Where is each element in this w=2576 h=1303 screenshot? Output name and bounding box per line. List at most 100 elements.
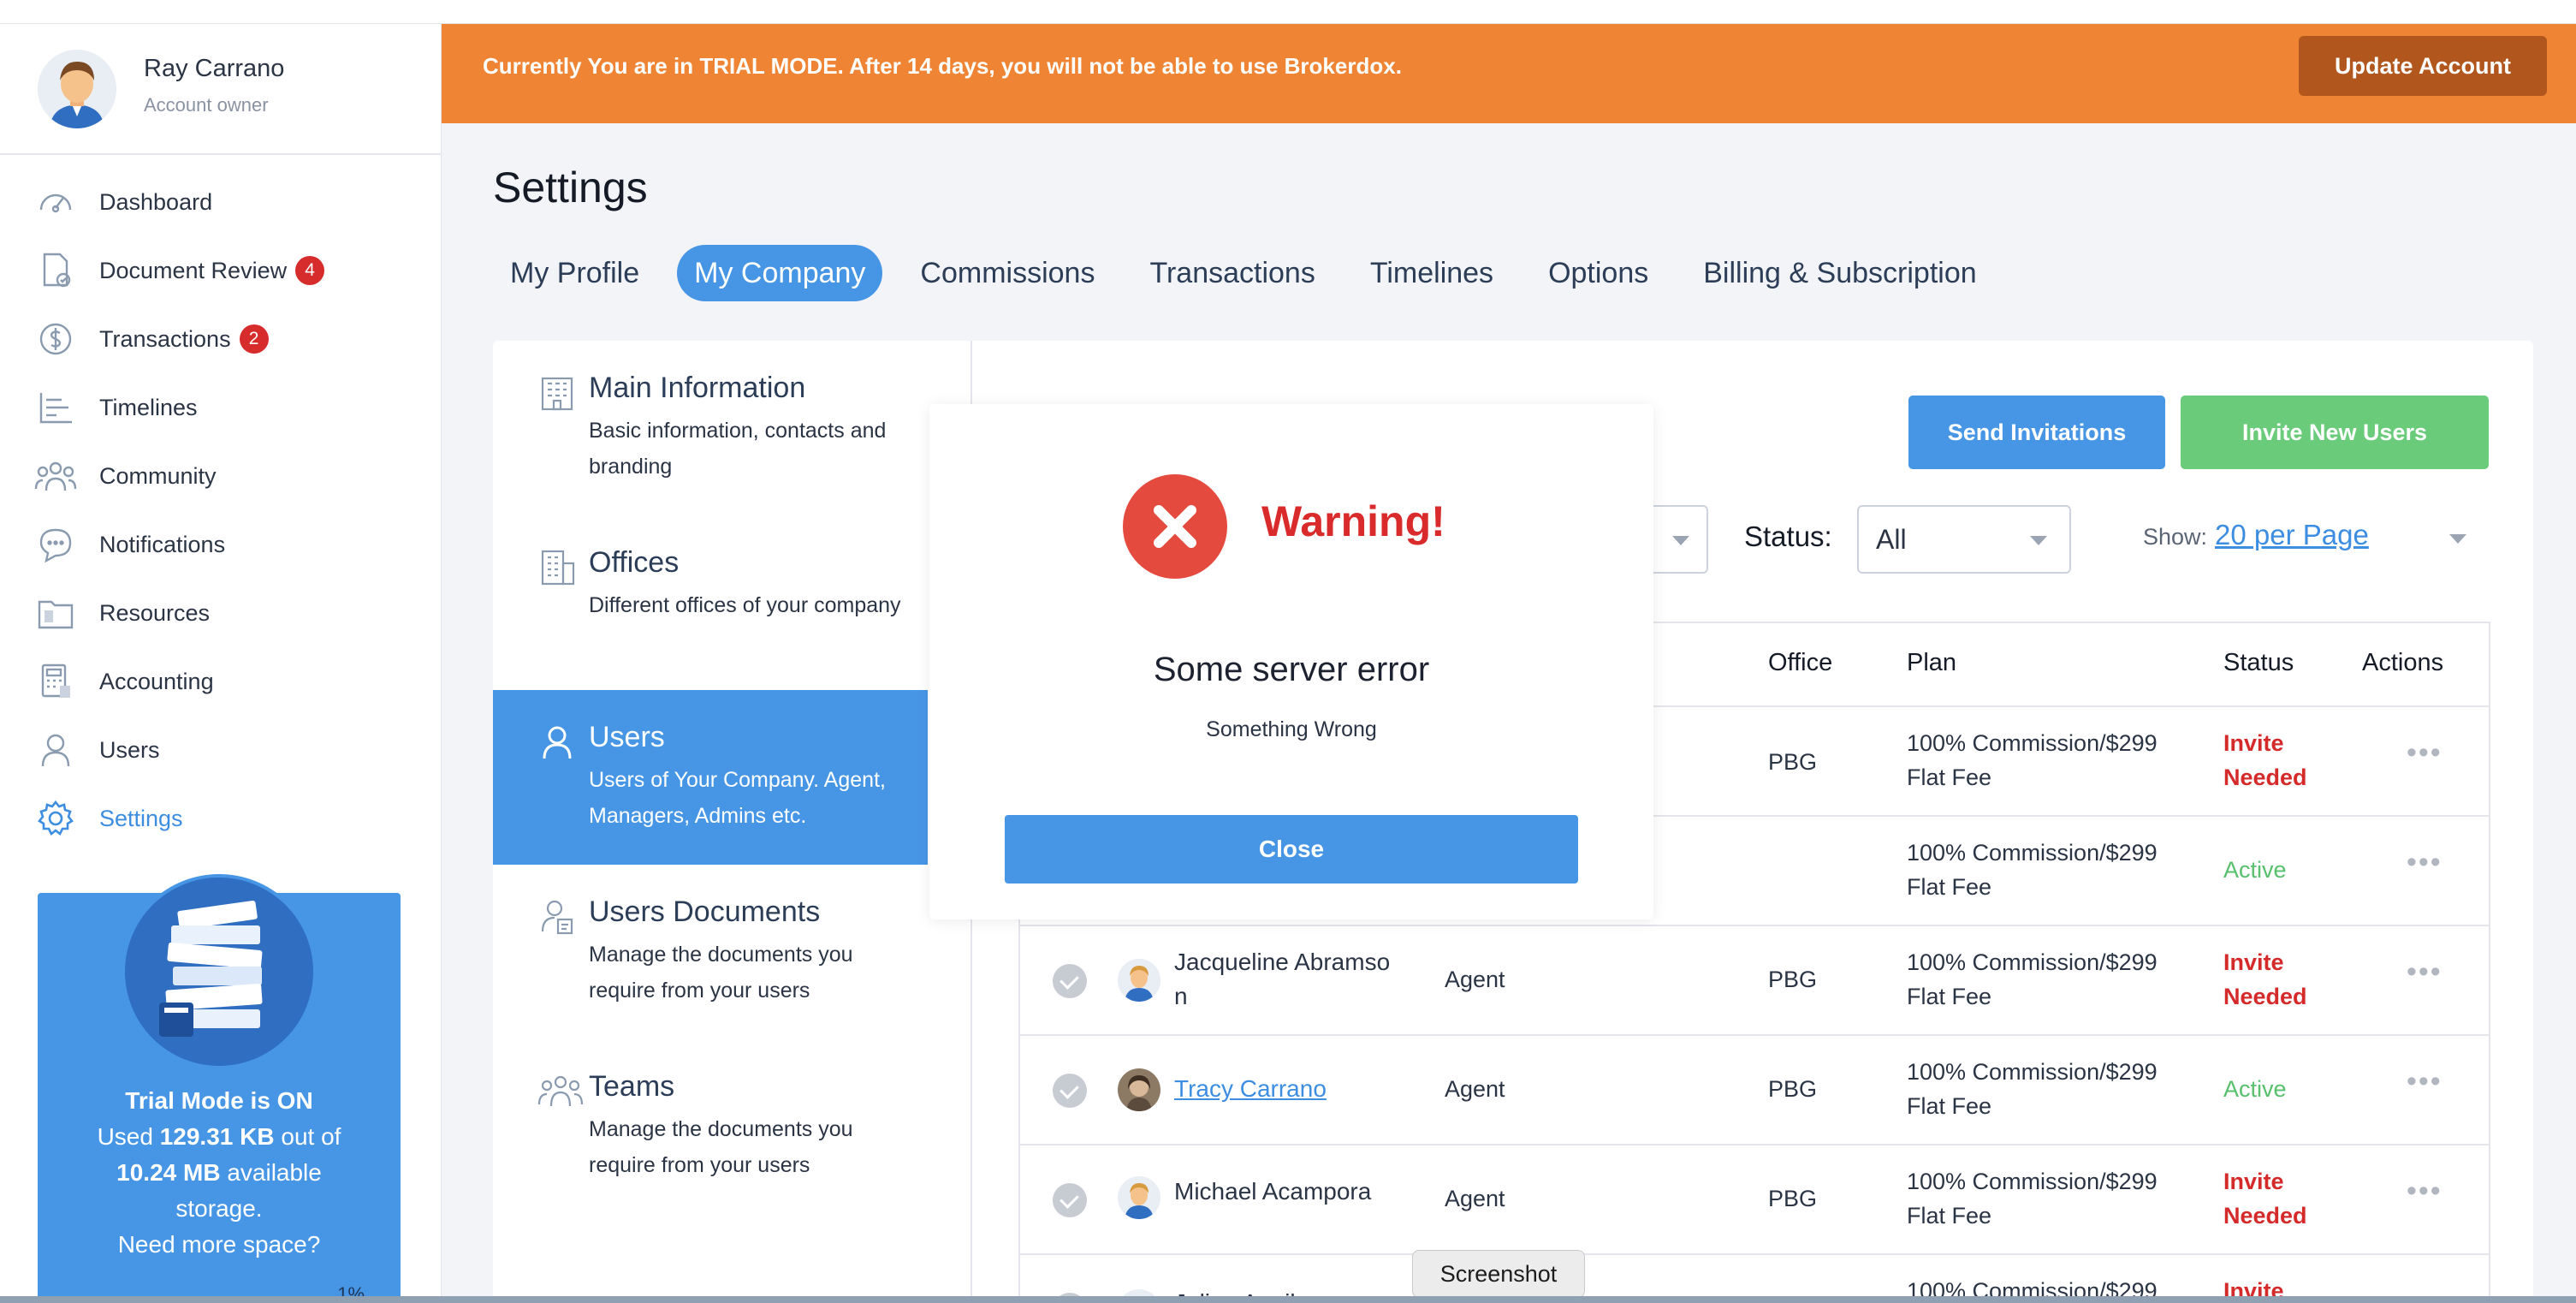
submenu-users-documents[interactable]: Users Documents Manage the documents you… xyxy=(493,865,928,1039)
trial-total-line: 10.24 MB available xyxy=(116,1159,322,1186)
dollar-icon xyxy=(34,318,77,360)
dialog-message: Some server error xyxy=(1153,651,1430,688)
browser-toolbar-strip xyxy=(0,0,2576,24)
sidebar-item-settings[interactable]: Settings xyxy=(34,793,428,844)
trial-more-space: Need more space? xyxy=(117,1231,321,1258)
sidebar-item-timelines[interactable]: Timelines xyxy=(34,382,428,433)
status-filter-label: Status: xyxy=(1744,521,1832,552)
row-checkbox[interactable] xyxy=(1053,1074,1087,1108)
sidebar-item-transactions[interactable]: Transactions 2 xyxy=(34,313,428,365)
user-role: Account owner xyxy=(144,94,269,116)
per-page-select[interactable]: 20 per Page xyxy=(2215,519,2369,551)
page-title: Settings xyxy=(493,164,648,211)
tab-my-profile[interactable]: My Profile xyxy=(493,245,656,301)
avatar xyxy=(38,50,116,128)
status-filter-select[interactable]: All xyxy=(1857,505,2071,574)
folder-icon xyxy=(34,592,77,634)
window-bottom-edge xyxy=(0,1296,2576,1303)
tab-commissions[interactable]: Commissions xyxy=(903,245,1112,301)
trial-banner-text: Currently You are in TRIAL MODE. After 1… xyxy=(483,53,1402,79)
table-row[interactable]: Tracy Carrano Agent PBG 100% Commission/… xyxy=(1020,1034,2489,1144)
tab-options[interactable]: Options xyxy=(1531,245,1665,301)
calculator-icon xyxy=(34,660,77,703)
trial-storage-text: Trial Mode is ON Used 129.31 KB out of 1… xyxy=(38,1083,401,1263)
user-profile[interactable]: Ray Carrano Account owner xyxy=(0,24,442,155)
row-checkbox[interactable] xyxy=(1053,1183,1087,1217)
user-name-cell: Michael Acampora xyxy=(1174,1178,1372,1205)
warning-dialog: Warning! Some server error Something Wro… xyxy=(929,404,1653,919)
tab-billing-subscription[interactable]: Billing & Subscription xyxy=(1686,245,1993,301)
office-icon xyxy=(537,548,580,591)
status-badge: Invite Needed xyxy=(2223,1169,2307,1229)
building-icon xyxy=(537,373,580,416)
status-filter-value: All xyxy=(1876,524,1907,555)
submenu-users[interactable]: Users Users of Your Company. Agent, Mana… xyxy=(493,690,928,865)
close-button[interactable]: Close xyxy=(1005,815,1578,884)
user-name-link[interactable]: Tracy Carrano xyxy=(1174,1072,1327,1106)
dashboard-icon xyxy=(34,181,77,223)
chevron-down-icon xyxy=(2030,536,2047,545)
sidebar-item-notifications[interactable]: Notifications xyxy=(34,519,428,570)
column-header-plan[interactable]: Plan xyxy=(1907,649,1956,677)
team-icon xyxy=(537,1072,584,1115)
status-badge: Invite Needed xyxy=(2223,730,2307,790)
dialog-title: Warning! xyxy=(1261,497,1445,545)
settings-tabs: My Profile My Company Commissions Transa… xyxy=(493,245,2015,301)
sidebar-item-users[interactable]: Users xyxy=(34,724,428,776)
trial-usage-line: Used 129.31 KB out of xyxy=(97,1123,341,1150)
gear-icon xyxy=(34,797,77,840)
sidebar-item-document-review[interactable]: Document Review 4 xyxy=(34,245,428,296)
table-row[interactable]: Jacqueline Abramso n Agent PBG 100% Commi… xyxy=(1020,925,2489,1034)
submenu-main-information[interactable]: Main Information Basic information, cont… xyxy=(493,341,928,515)
column-header-status[interactable]: Status xyxy=(2223,649,2294,677)
books-illustration xyxy=(122,874,317,1069)
user-name: Ray Carrano xyxy=(144,55,285,82)
row-actions-menu[interactable]: ••• xyxy=(2407,955,2442,989)
show-label: Show: xyxy=(2143,524,2208,550)
avatar xyxy=(1118,959,1160,1002)
user-icon xyxy=(34,729,77,771)
community-icon xyxy=(34,455,77,497)
user-icon xyxy=(537,723,580,765)
row-actions-menu[interactable]: ••• xyxy=(2407,846,2442,879)
trial-title: Trial Mode is ON xyxy=(125,1087,313,1114)
row-actions-menu[interactable]: ••• xyxy=(2407,1065,2442,1098)
status-badge: Active xyxy=(2223,857,2287,883)
sidebar: Ray Carrano Account owner Dashboard Docu… xyxy=(0,24,442,1303)
tab-timelines[interactable]: Timelines xyxy=(1353,245,1511,301)
document-review-badge: 4 xyxy=(295,256,325,285)
sidebar-item-community[interactable]: Community xyxy=(34,450,428,502)
status-badge: Invite Needed xyxy=(2223,949,2307,1009)
tab-transactions[interactable]: Transactions xyxy=(1132,245,1332,301)
row-actions-menu[interactable]: ••• xyxy=(2407,736,2442,770)
send-invitations-button[interactable]: Send Invitations xyxy=(1908,396,2165,469)
trial-storage-word: storage. xyxy=(175,1195,263,1222)
document-review-icon xyxy=(34,249,77,292)
column-header-office[interactable]: Office xyxy=(1768,649,1832,677)
user-document-icon xyxy=(537,897,580,940)
sidebar-item-accounting[interactable]: Accounting xyxy=(34,656,428,707)
sidebar-item-resources[interactable]: Resources xyxy=(34,587,428,639)
tab-my-company[interactable]: My Company xyxy=(677,245,883,301)
update-account-button[interactable]: Update Account xyxy=(2299,36,2547,96)
table-row[interactable]: Michael Acampora Agent PBG 100% Commissi… xyxy=(1020,1144,2489,1253)
row-checkbox[interactable] xyxy=(1053,964,1087,998)
transactions-badge: 2 xyxy=(239,324,269,354)
chevron-down-icon[interactable] xyxy=(2449,534,2466,544)
screenshot-tooltip: Screenshot xyxy=(1412,1250,1585,1303)
submenu-teams[interactable]: Teams Manage the documents you require f… xyxy=(493,1039,928,1214)
trial-banner: Currently You are in TRIAL MODE. After 1… xyxy=(442,24,2576,123)
row-actions-menu[interactable]: ••• xyxy=(2407,1175,2442,1208)
chat-bubble-icon xyxy=(34,523,77,566)
column-header-actions: Actions xyxy=(2362,649,2444,676)
status-badge: Active xyxy=(2223,1076,2287,1102)
submenu-offices[interactable]: Offices Different offices of your compan… xyxy=(493,515,928,690)
invite-new-users-button[interactable]: Invite New Users xyxy=(2181,396,2489,469)
chevron-down-icon xyxy=(1672,536,1689,545)
dialog-detail: Something Wrong xyxy=(1206,717,1377,741)
trial-storage-card[interactable]: Trial Mode is ON Used 129.31 KB out of 1… xyxy=(38,874,401,1303)
user-name-cell: Jacqueline Abramso n xyxy=(1174,949,1391,1009)
sidebar-item-dashboard[interactable]: Dashboard xyxy=(34,176,428,228)
company-submenu: Main Information Basic information, cont… xyxy=(493,341,972,1303)
timeline-icon xyxy=(34,386,77,429)
